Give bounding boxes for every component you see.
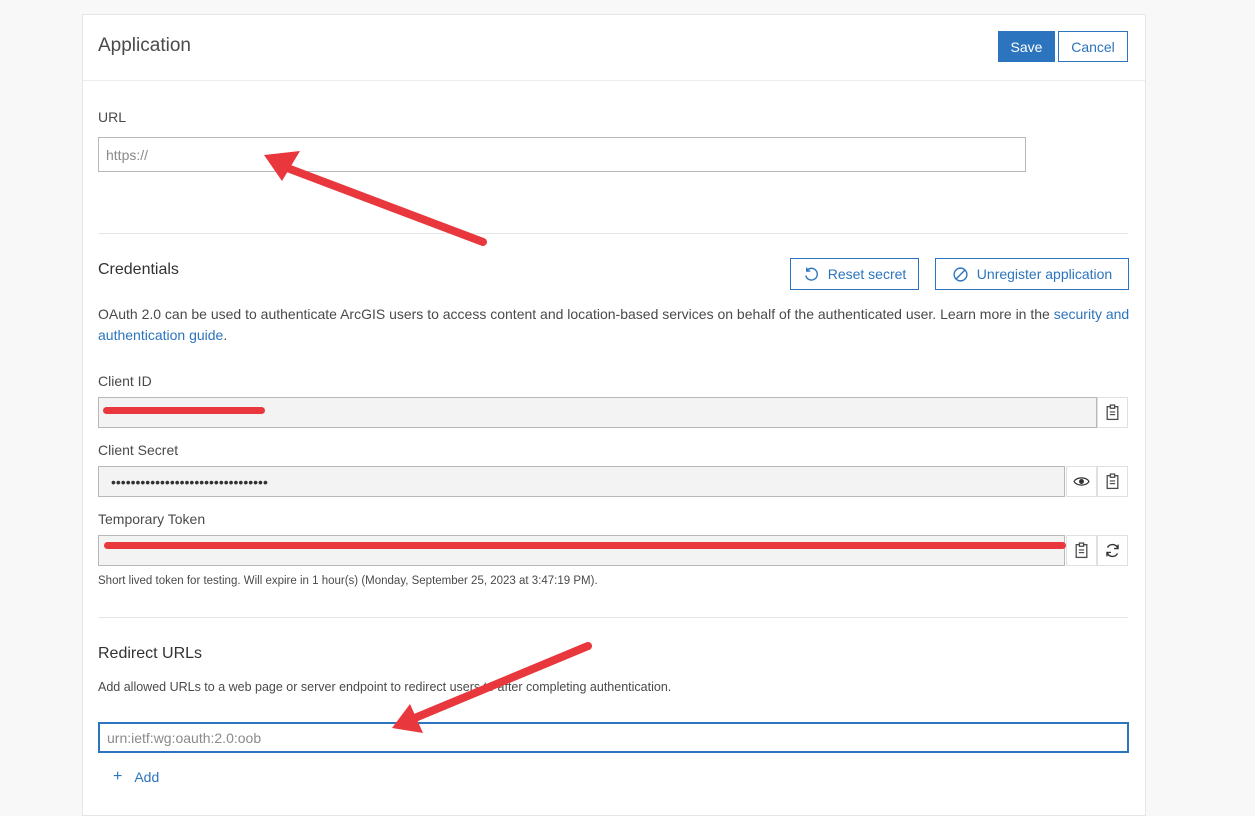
redaction-mark xyxy=(104,542,1066,549)
temporary-token-label: Temporary Token xyxy=(98,511,206,527)
rotate-icon xyxy=(804,267,818,281)
reset-secret-label: Reset secret xyxy=(827,266,907,282)
clipboard-icon xyxy=(1106,404,1119,421)
panel-header: Application Save Cancel xyxy=(83,15,1145,81)
description-text: OAuth 2.0 can be used to authenticate Ar… xyxy=(98,306,1054,322)
prohibited-icon xyxy=(953,266,968,282)
client-secret-label: Client Secret xyxy=(98,442,179,458)
page-title: Application xyxy=(98,35,191,56)
redirect-urls-title: Redirect URLs xyxy=(98,645,203,662)
save-button[interactable]: Save xyxy=(998,31,1055,62)
reset-secret-button[interactable]: Reset secret xyxy=(790,258,919,290)
url-input[interactable] xyxy=(98,137,1026,172)
unregister-application-label: Unregister application xyxy=(976,266,1113,282)
credentials-title: Credentials xyxy=(98,261,179,278)
temporary-token-field[interactable] xyxy=(98,535,1065,566)
redaction-mark xyxy=(103,407,265,414)
application-panel: Application Save Cancel URL Credentials … xyxy=(82,14,1146,816)
copy-client-secret-button[interactable] xyxy=(1097,466,1128,497)
token-expiry-note: Short lived token for testing. Will expi… xyxy=(98,575,598,587)
add-label: Add xyxy=(134,769,160,785)
refresh-icon xyxy=(1106,543,1119,558)
refresh-token-button[interactable] xyxy=(1097,535,1128,566)
redirect-urls-description: Add allowed URLs to a web page or server… xyxy=(98,680,672,694)
unregister-application-button[interactable]: Unregister application xyxy=(935,258,1129,290)
plus-icon: + xyxy=(113,768,123,785)
client-secret-field[interactable]: •••••••••••••••••••••••••••••••• xyxy=(98,466,1065,497)
clipboard-icon xyxy=(1106,473,1119,490)
divider xyxy=(98,617,1128,618)
divider xyxy=(98,233,1128,234)
client-id-label: Client ID xyxy=(98,373,152,389)
clipboard-icon xyxy=(1075,542,1088,559)
url-label: URL xyxy=(98,109,127,125)
eye-icon xyxy=(1073,477,1090,486)
add-redirect-url-link[interactable]: + Add xyxy=(113,768,159,786)
cancel-button[interactable]: Cancel xyxy=(1058,31,1128,62)
credentials-description: OAuth 2.0 can be used to authenticate Ar… xyxy=(98,304,1130,346)
description-end: . xyxy=(223,327,228,343)
show-secret-button[interactable] xyxy=(1066,466,1097,497)
copy-client-id-button[interactable] xyxy=(1097,397,1128,428)
copy-token-button[interactable] xyxy=(1066,535,1097,566)
redirect-url-input[interactable] xyxy=(98,722,1129,753)
